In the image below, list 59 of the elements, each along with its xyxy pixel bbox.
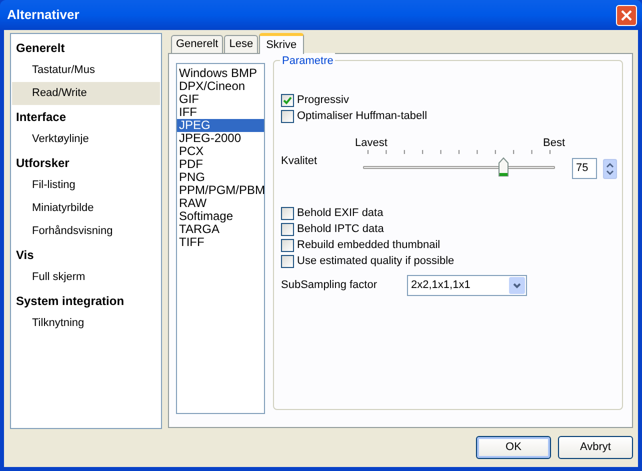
category-item[interactable]: Tastatur/Mus	[12, 59, 160, 82]
format-item[interactable]: IFF	[177, 106, 264, 119]
category-heading[interactable]: Utforsker	[12, 151, 160, 174]
checkbox-label: Rebuild embedded thumbnail	[297, 238, 440, 253]
category-item[interactable]: Read/Write	[12, 82, 160, 105]
category-item[interactable]: Verktøylinje	[12, 128, 160, 151]
category-heading[interactable]: Vis	[12, 243, 160, 266]
format-item[interactable]: TIFF	[177, 236, 264, 249]
checkbox-label: Use estimated quality if possible	[297, 254, 454, 269]
high-label: Best	[543, 136, 566, 151]
format-item[interactable]: GIF	[177, 93, 264, 106]
quality-label: Kvalitet	[281, 154, 318, 169]
window-title: Alternativer	[7, 6, 80, 24]
category-heading[interactable]: Generelt	[12, 36, 160, 59]
tab[interactable]: Generelt	[171, 35, 224, 53]
checkbox[interactable]	[281, 94, 294, 106]
checkbox[interactable]	[281, 222, 294, 236]
subsampling-label: SubSampling factor	[281, 278, 378, 294]
chevron-down-icon	[513, 282, 521, 288]
checkbox-label: Behold IPTC data	[297, 222, 384, 237]
checkbox-label: Progressiv	[297, 92, 349, 108]
category-item[interactable]: Tilknytning	[12, 312, 160, 335]
format-item[interactable]: JPEG-2000	[177, 132, 264, 145]
format-item[interactable]: TARGA	[177, 223, 264, 236]
checkbox[interactable]	[281, 254, 294, 268]
format-item[interactable]: Windows BMP	[177, 67, 264, 80]
format-item[interactable]: JPEG	[177, 119, 264, 132]
dialog-button[interactable]: OK	[476, 436, 551, 459]
category-item[interactable]: Forhåndsvisning	[12, 220, 160, 243]
category-item[interactable]: Full skjerm	[12, 266, 160, 289]
dialog-button[interactable]: Avbryt	[558, 436, 633, 459]
category-heading[interactable]: System integration	[12, 289, 160, 312]
format-item[interactable]: RAW	[177, 197, 264, 210]
close-button[interactable]	[616, 4, 637, 26]
close-icon	[621, 10, 632, 20]
format-item[interactable]: Softimage	[177, 210, 264, 223]
format-item[interactable]: PCX	[177, 145, 264, 158]
tab[interactable]: Lese	[224, 35, 258, 53]
format-item[interactable]: DPX/Cineon	[177, 80, 264, 93]
category-item[interactable]: Miniatyrbilde	[12, 197, 160, 220]
low-label: Lavest	[355, 136, 388, 151]
spin-button[interactable]	[603, 158, 617, 178]
quality-input[interactable]: 75	[572, 158, 597, 179]
category-heading[interactable]: Interface	[12, 105, 160, 128]
checkbox[interactable]	[281, 110, 294, 122]
up-down-icon	[606, 162, 614, 176]
category-item[interactable]: Fil-listing	[12, 174, 160, 197]
quality-slider[interactable]	[363, 150, 555, 174]
subsampling-dropdown[interactable]: 2x2,1x1,1x1	[407, 275, 527, 296]
format-item[interactable]: PNG	[177, 171, 264, 184]
checkbox[interactable]	[281, 238, 294, 252]
checkbox-label: Behold EXIF data	[297, 206, 384, 221]
format-item[interactable]: PDF	[177, 158, 264, 171]
slider-thumb[interactable]	[498, 157, 509, 177]
checkbox[interactable]	[281, 206, 294, 220]
tab[interactable]: Skrive	[259, 33, 304, 54]
checkbox-label: Optimaliser Huffman-tabell	[297, 108, 428, 124]
format-item[interactable]: PPM/PGM/PBM	[177, 184, 264, 197]
dropdown-button[interactable]	[509, 277, 525, 294]
